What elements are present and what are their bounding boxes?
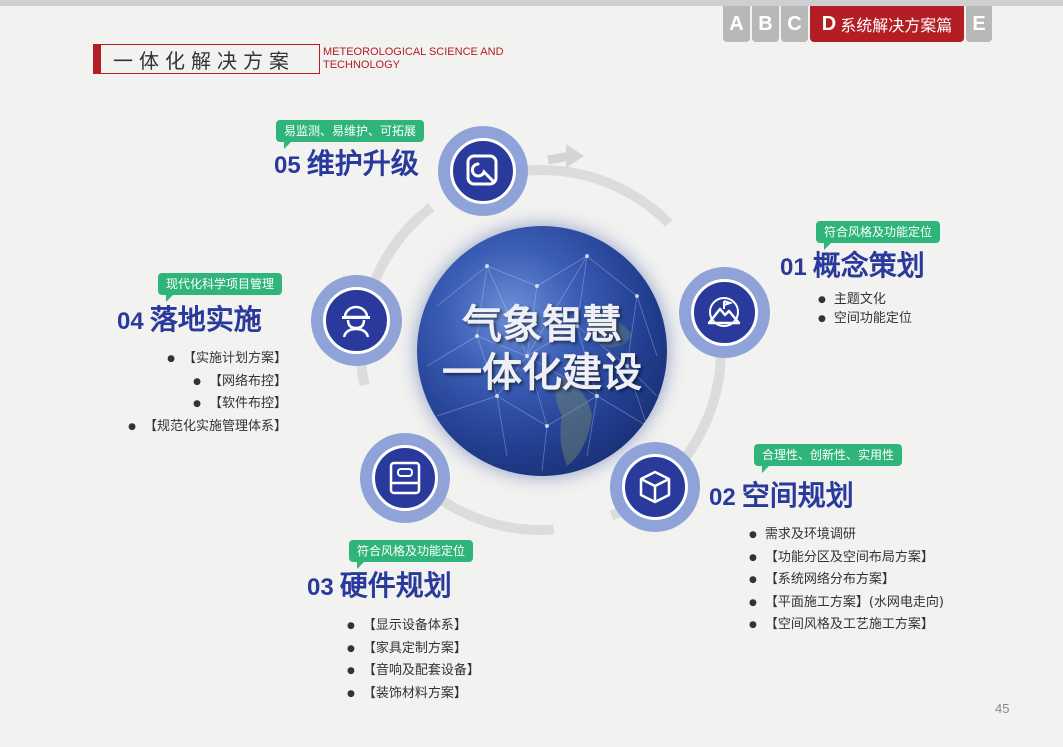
step-02-heading: 02 空间规划: [709, 480, 854, 514]
step-04-list: 【实施计划方案】 【网络布控】 【软件布控】 【规范化实施管理体系】: [100, 348, 287, 438]
worker-helmet-icon: [342, 306, 371, 338]
step-02-tag: 合理性、创新性、实用性: [754, 444, 903, 473]
step-03-list: 【显示设备体系】 【家具定制方案】 【音响及配套设备】 【装饰材料方案】: [347, 615, 480, 705]
step-title: 空间规划: [741, 479, 854, 512]
step-title: 维护升级: [306, 147, 419, 180]
step-02-list: 需求及环境调研 【功能分区及空间布局方案】 【系统网络分布方案】 【平面施工方案…: [749, 524, 944, 637]
list-item: 空间功能定位: [818, 309, 912, 328]
wrench-maintenance-icon: [466, 154, 498, 186]
step-title: 概念策划: [812, 249, 925, 282]
step-01-tag: 符合风格及功能定位: [816, 221, 941, 250]
list-item: 【显示设备体系】: [347, 615, 480, 638]
list-item: 【软件布控】: [100, 393, 287, 416]
step-05-tag: 易监测、易维护、可拓展: [276, 120, 425, 149]
page-number: 45: [995, 701, 1010, 716]
list-item: 【空间风格及工艺施工方案】: [749, 614, 944, 637]
center-title-line2: 一体化建设: [442, 350, 642, 396]
step-03-tag: 符合风格及功能定位: [349, 540, 474, 569]
list-item: 【平面施工方案】(水网电走向): [749, 592, 944, 615]
list-item: 主题文化: [818, 290, 912, 309]
step-title: 硬件规划: [339, 569, 452, 602]
step-01-list: 主题文化 空间功能定位: [818, 290, 912, 328]
step-03-heading: 03 硬件规划: [307, 570, 452, 604]
step-03-node[interactable]: [360, 433, 450, 523]
step-01-heading: 01 概念策划: [780, 250, 925, 284]
list-item: 需求及环境调研: [749, 524, 944, 547]
step-number: 05: [274, 152, 301, 179]
list-item: 【音响及配套设备】: [347, 660, 480, 683]
list-item: 【功能分区及空间布局方案】: [749, 547, 944, 570]
step-number: 03: [307, 574, 334, 601]
step-number: 04: [117, 308, 144, 335]
step-05-heading: 05 维护升级: [274, 148, 419, 182]
step-title: 落地实施: [149, 303, 262, 336]
hardware-drive-icon: [389, 461, 421, 495]
step-04-tag: 现代化科学项目管理: [158, 273, 283, 302]
list-item: 【网络布控】: [100, 371, 287, 394]
cycle-arrow-icon: [566, 144, 584, 168]
step-02-node[interactable]: [610, 442, 700, 532]
list-item: 【装饰材料方案】: [347, 683, 480, 706]
step-number: 01: [780, 254, 807, 281]
step-05-node[interactable]: [438, 126, 528, 216]
list-item: 【规范化实施管理体系】: [100, 416, 287, 439]
list-item: 【实施计划方案】: [100, 348, 287, 371]
step-01-node[interactable]: [679, 267, 770, 358]
step-04-node[interactable]: [311, 275, 402, 366]
step-04-heading: 04 落地实施: [117, 304, 262, 338]
list-item: 【家具定制方案】: [347, 638, 480, 661]
list-item: 【系统网络分布方案】: [749, 569, 944, 592]
cube-icon: [639, 470, 671, 504]
mountain-flag-icon: [708, 297, 741, 328]
step-number: 02: [709, 484, 736, 511]
